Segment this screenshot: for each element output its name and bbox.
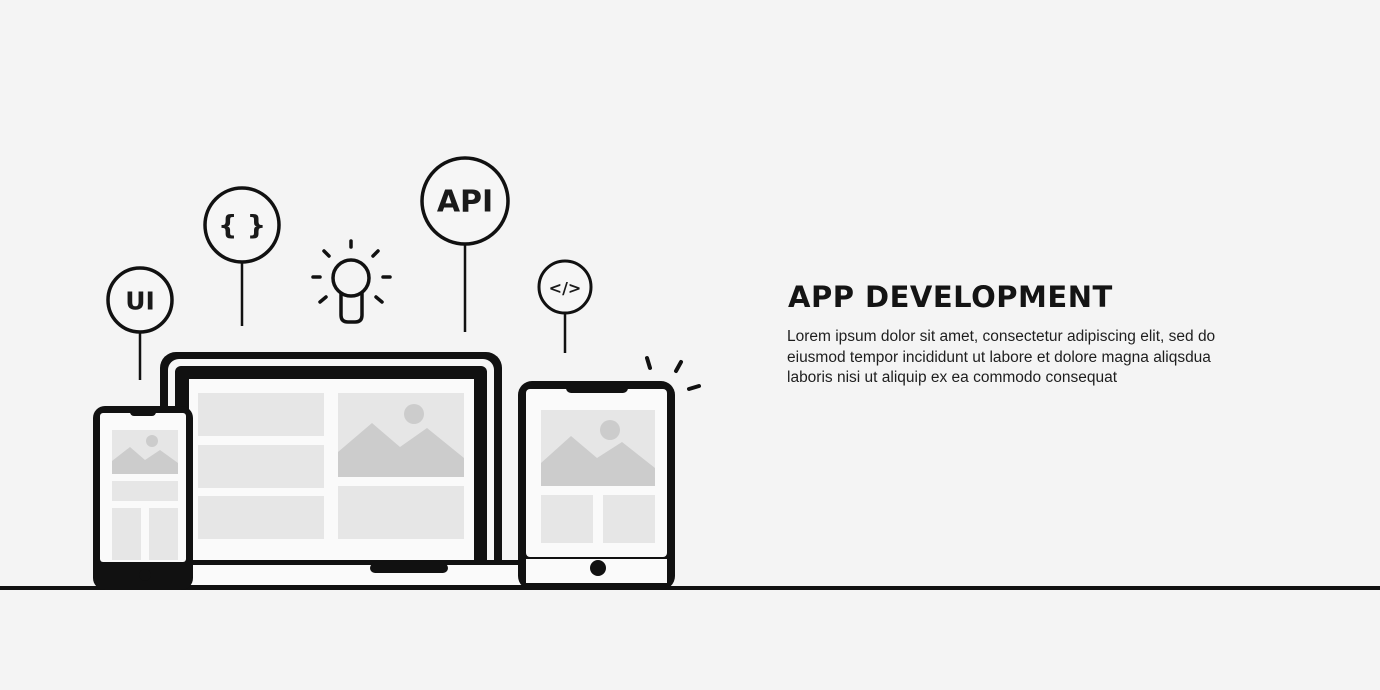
description-line: laboris nisi ut aliquip ex ea commodo co… — [787, 369, 1117, 386]
lightbulb-icon — [311, 239, 392, 324]
description-line: Lorem ipsum dolor sit amet, consectetur … — [787, 328, 1216, 345]
phone-content-block — [112, 481, 178, 501]
phone-content-block — [112, 508, 141, 560]
api-bubble: API — [420, 156, 510, 332]
tablet-content-block — [541, 495, 593, 543]
image-placeholder-icon — [541, 410, 655, 486]
image-placeholder-icon — [338, 393, 464, 477]
code-bubble: </> — [537, 259, 593, 353]
laptop-content-block — [198, 496, 324, 539]
laptop-content-block — [198, 445, 324, 488]
banner-title: APP DEVELOPMENT — [788, 280, 1113, 314]
laptop-content-block — [338, 486, 464, 539]
banner-description: Lorem ipsum dolor sit amet, consectetur … — [787, 327, 1347, 389]
laptop-icon — [150, 352, 568, 590]
laptop-content-block — [198, 393, 324, 436]
braces-bubble-label: { } — [218, 211, 266, 242]
image-placeholder-icon — [112, 430, 178, 474]
phone-home-button — [139, 569, 151, 581]
tablet-content-block — [603, 495, 655, 543]
phone-icon — [93, 406, 193, 590]
code-bubble-label: </> — [549, 279, 582, 298]
tablet-icon — [518, 381, 675, 590]
phone-content-block — [149, 508, 178, 560]
description-line: eiusmod tempor incididunt ut labore et d… — [787, 348, 1211, 366]
braces-bubble: { } — [203, 186, 281, 326]
tablet-home-button — [590, 560, 606, 576]
api-bubble-label: API — [437, 185, 493, 220]
ui-bubble-label: UI — [125, 287, 155, 316]
